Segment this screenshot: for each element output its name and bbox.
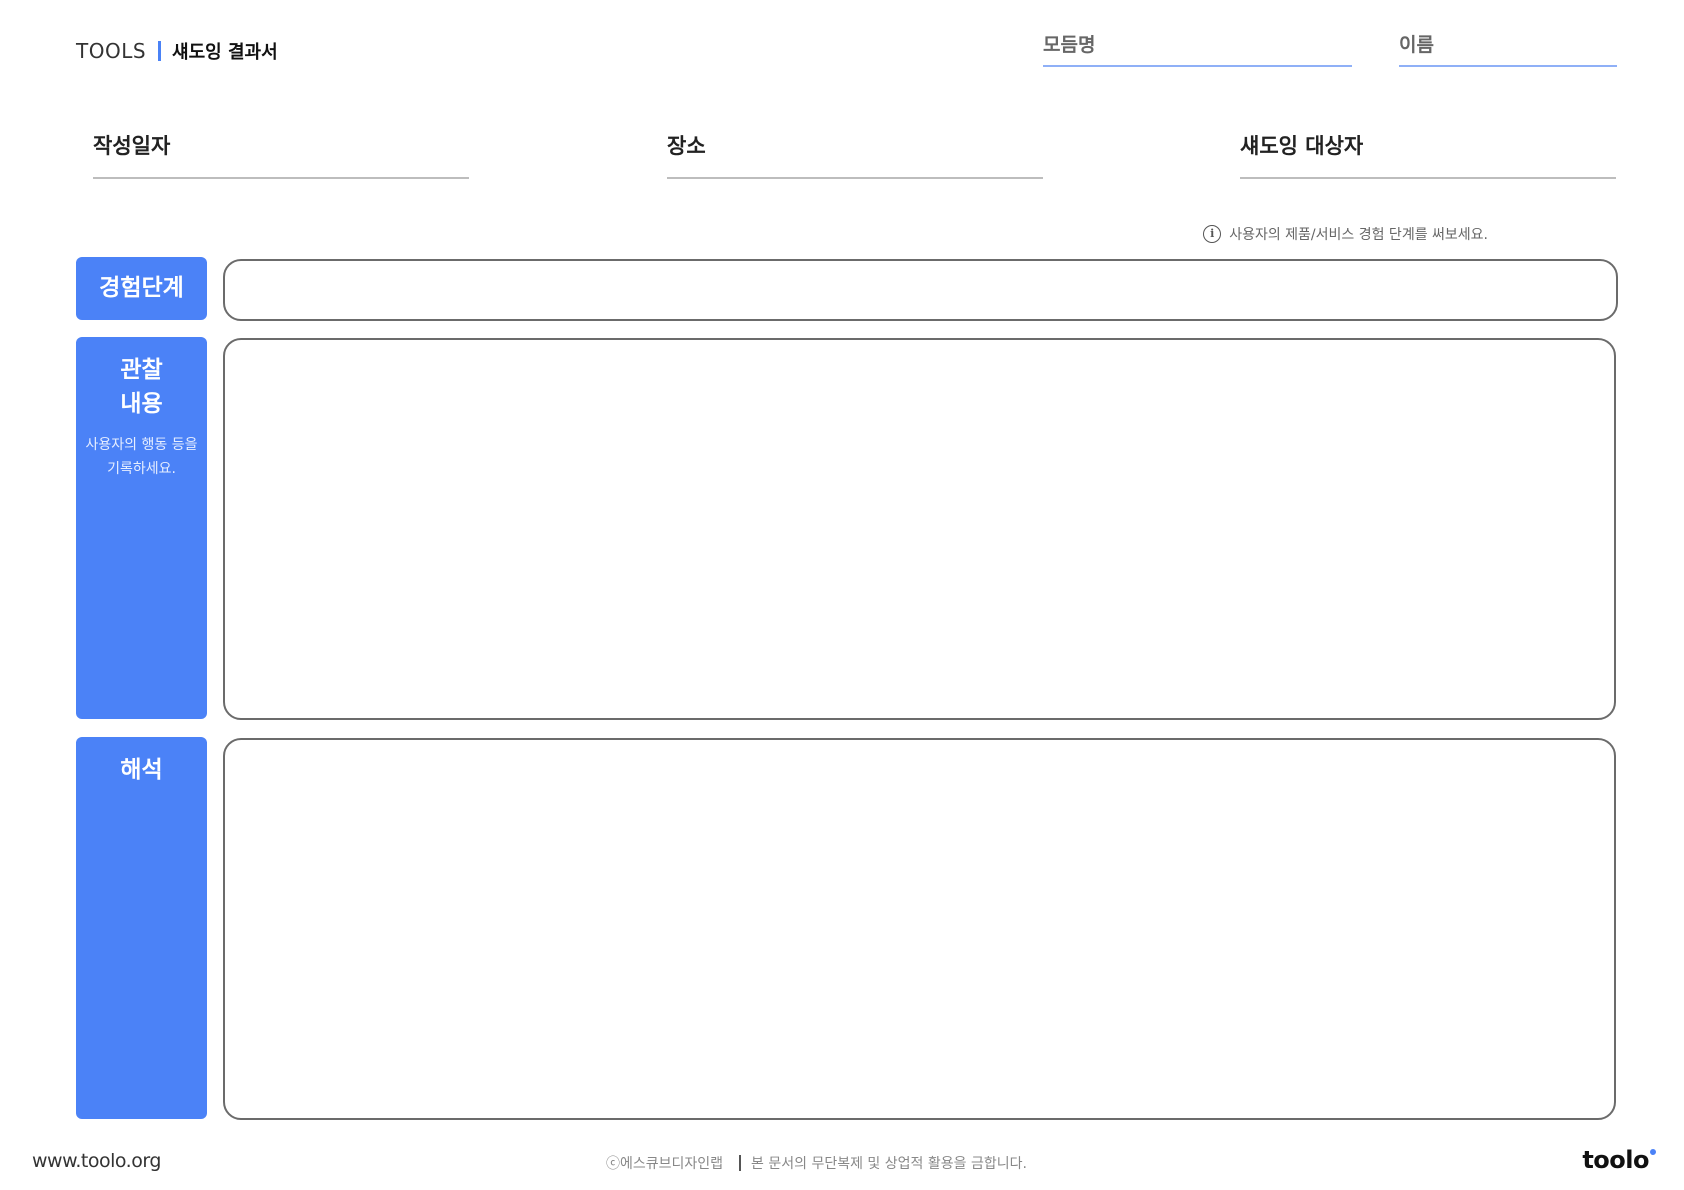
place-line[interactable] [667, 177, 1043, 179]
stage-title: 경험단계 [99, 275, 184, 301]
stage-section-label: 경험단계 [76, 257, 207, 320]
interpretation-input-box[interactable] [223, 738, 1616, 1120]
brand-header: TOOLS 섀도잉 결과서 [76, 38, 278, 64]
stage-hint-text: 사용자의 제품/서비스 경험 단계를 써보세요. [1229, 227, 1488, 243]
date-label: 작성일자 [93, 134, 171, 158]
brand-name: TOOLS [76, 39, 147, 63]
copyright-notice: 본 문서의 무단복제 및 상업적 활용을 금합니다. [751, 1156, 1027, 1172]
toolo-logo: toolo [1582, 1146, 1656, 1174]
info-icon: i [1203, 225, 1222, 243]
footer-copyright: ⓒ에스큐브디자인랩 본 문서의 무단복제 및 상업적 활용을 금합니다. [606, 1153, 1027, 1173]
name-line[interactable] [1399, 65, 1617, 67]
footer-url[interactable]: www.toolo.org [32, 1150, 161, 1172]
observation-title: 관찰 내용 [120, 357, 163, 417]
document-title: 섀도잉 결과서 [172, 42, 278, 63]
observation-subtitle: 사용자의 행동 등을 기록하세요. [85, 437, 198, 477]
brand-divider [158, 41, 162, 61]
interpretation-title: 해석 [120, 757, 163, 783]
footer-divider [739, 1155, 742, 1171]
stage-input-box[interactable] [223, 259, 1618, 321]
logo-dot [1650, 1149, 1656, 1155]
name-label: 이름 [1399, 34, 1434, 56]
module-name-line[interactable] [1043, 65, 1352, 67]
module-name-label: 모듬명 [1043, 34, 1096, 56]
logo-text: toolo [1582, 1146, 1649, 1174]
observation-section-label: 관찰 내용 사용자의 행동 등을 기록하세요. [76, 337, 207, 719]
place-label: 장소 [667, 134, 706, 158]
observation-input-box[interactable] [223, 338, 1616, 720]
target-label: 섀도잉 대상자 [1240, 134, 1364, 158]
target-line[interactable] [1240, 177, 1616, 179]
copyright-text: ⓒ에스큐브디자인랩 [606, 1156, 724, 1172]
stage-hint: i 사용자의 제품/서비스 경험 단계를 써보세요. [1203, 224, 1488, 244]
date-line[interactable] [93, 177, 469, 179]
interpretation-section-label: 해석 [76, 737, 207, 1119]
